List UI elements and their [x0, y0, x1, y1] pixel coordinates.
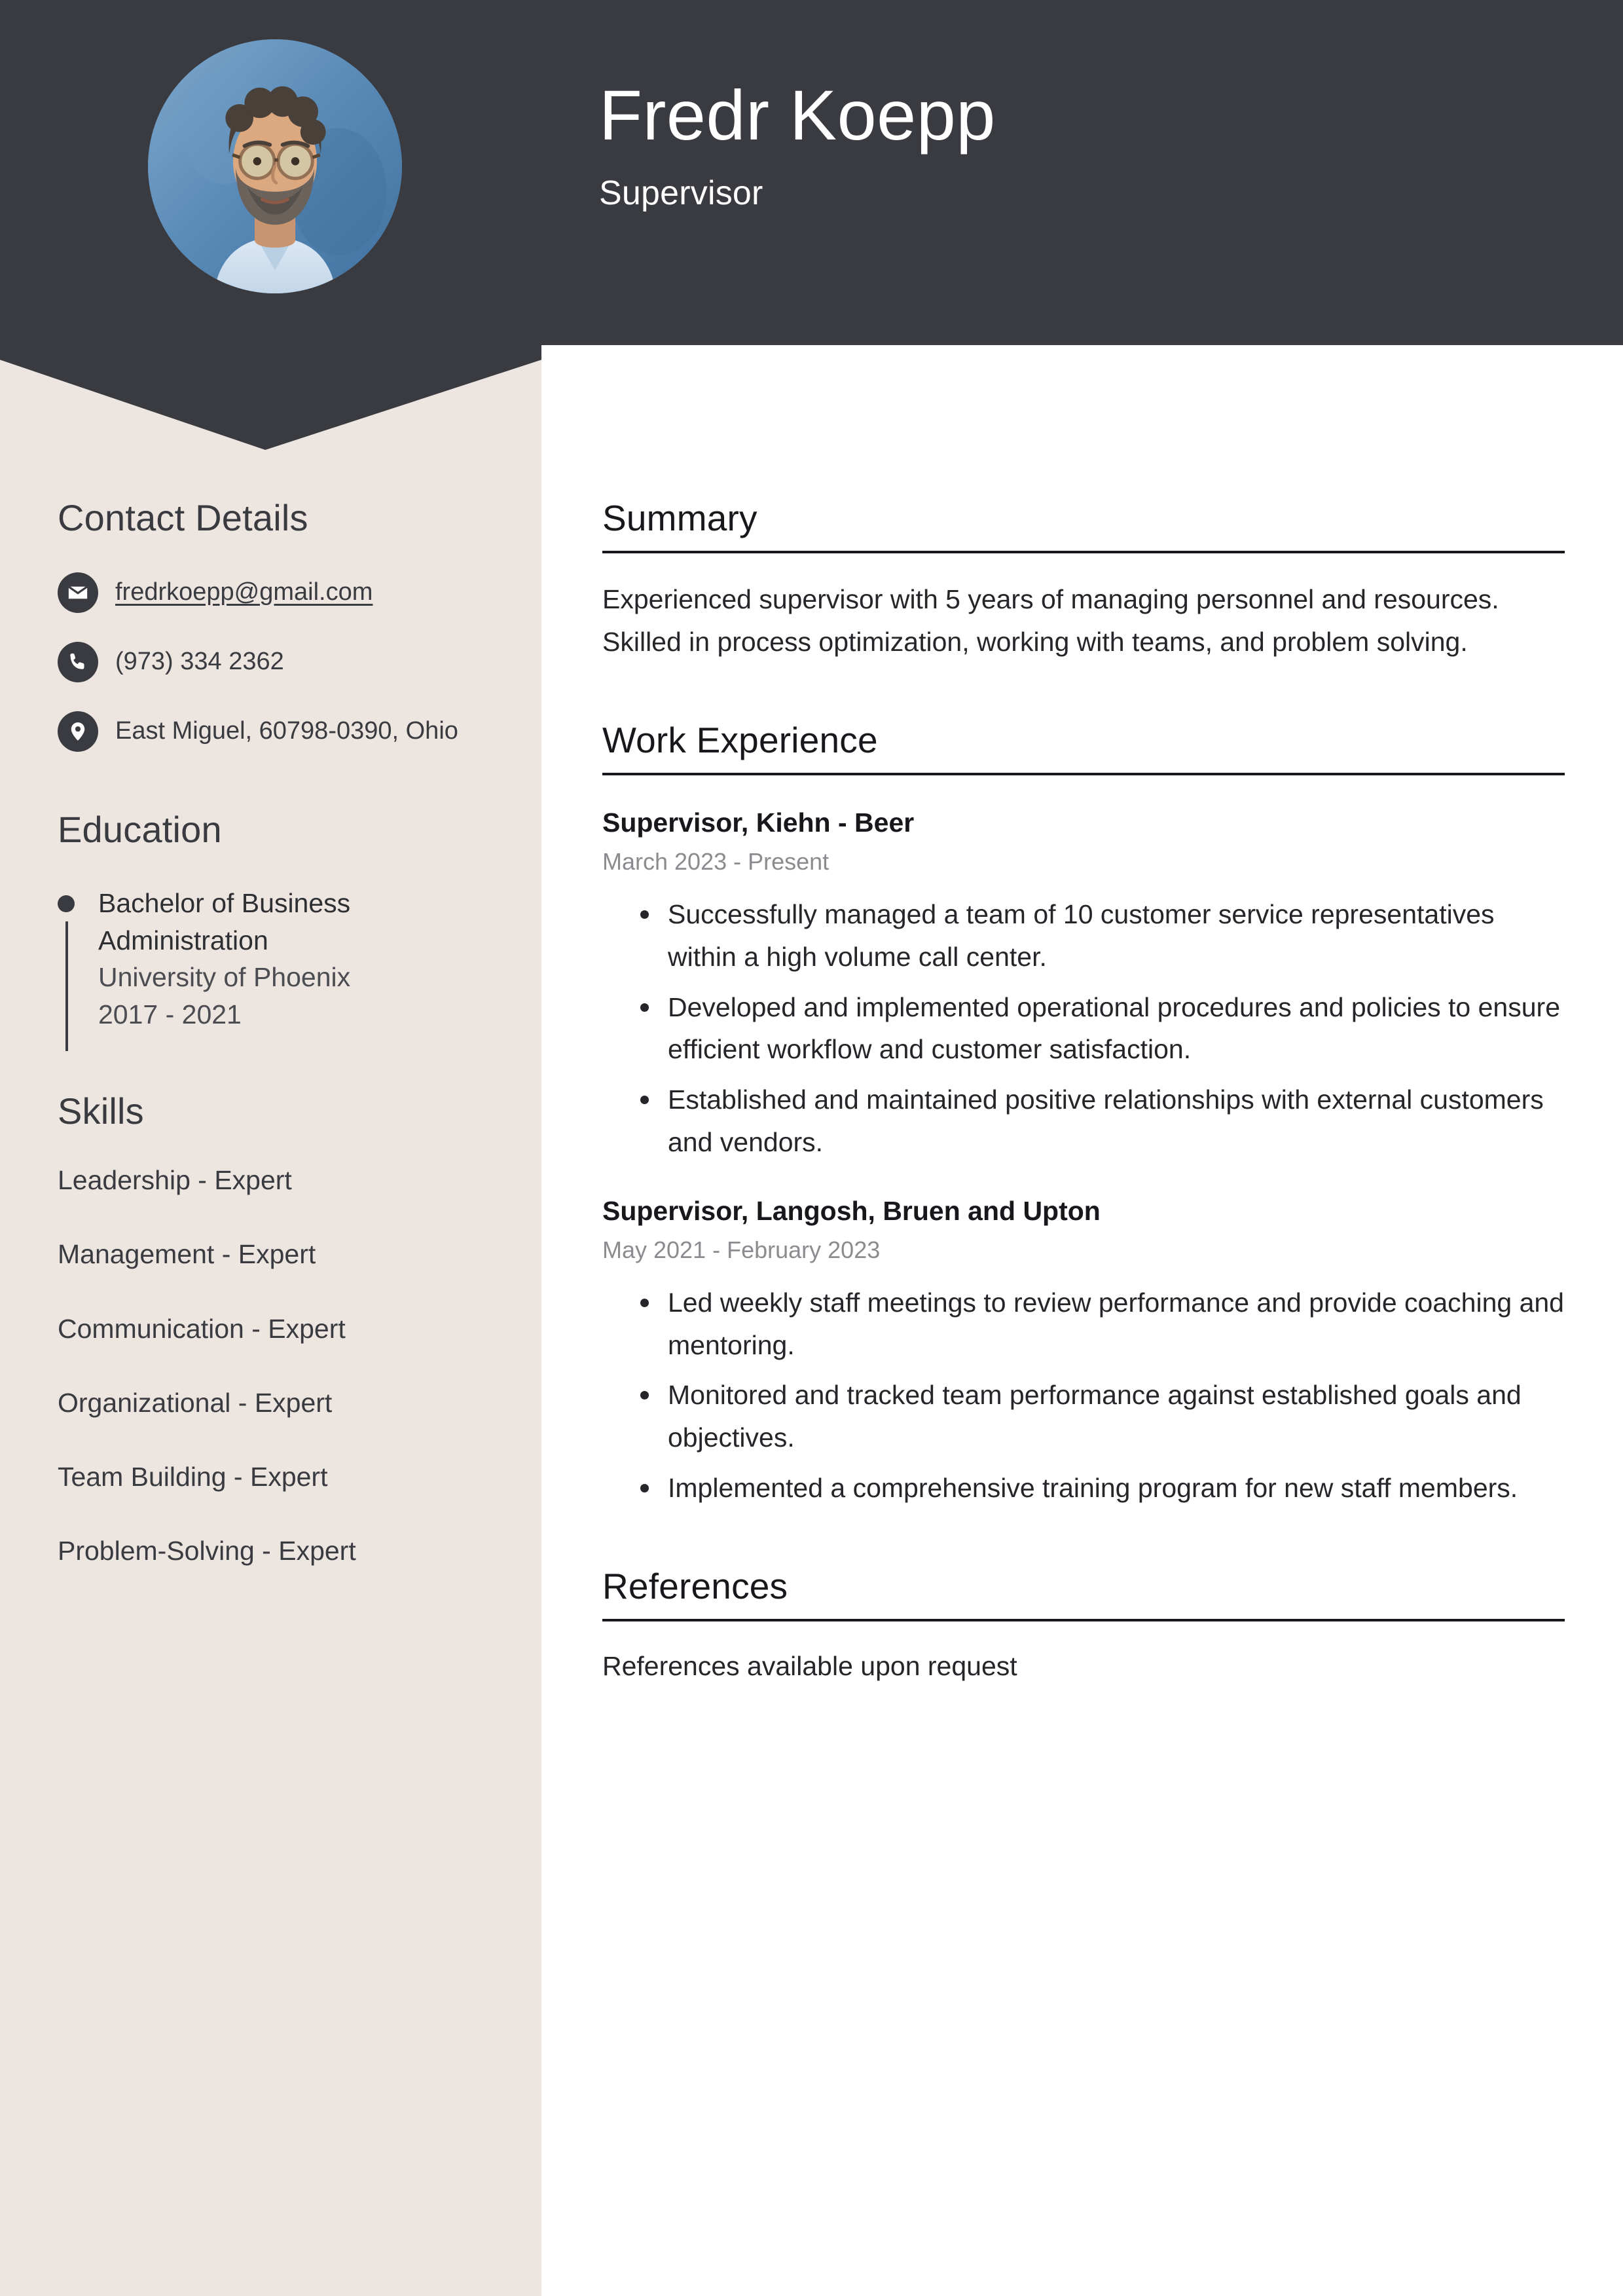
work-experience-section: Work Experience Supervisor, Kiehn - Beer…	[602, 720, 1565, 1509]
work-experience-heading: Work Experience	[602, 719, 878, 760]
references-heading: References	[602, 1565, 788, 1606]
job-bullet: Monitored and tracked team performance a…	[640, 1374, 1565, 1459]
job-entry: Supervisor, Langosh, Bruen and Upton May…	[602, 1194, 1565, 1509]
contact-item-phone[interactable]: (973) 334 2362	[58, 641, 496, 682]
job-bullet-list: Led weekly staff meetings to review perf…	[602, 1282, 1565, 1509]
page-title: Fredr Koepp	[599, 75, 996, 155]
location-pin-icon	[58, 711, 98, 752]
contact-list: fredrkoepp@gmail.com (973) 334 2362 East…	[58, 572, 496, 752]
contact-phone-text: (973) 334 2362	[115, 647, 284, 675]
references-body: References available upon request	[602, 1650, 1017, 1681]
education-heading: Education	[58, 808, 222, 850]
skill-item: Leadership - Expert	[58, 1165, 292, 1196]
main-content: Summary Experienced supervisor with 5 ye…	[602, 498, 1565, 1686]
summary-section: Summary Experienced supervisor with 5 ye…	[602, 498, 1565, 663]
skill-item: Communication - Expert	[58, 1313, 346, 1344]
skills-list: Leadership - Expert Management - Expert …	[58, 1164, 496, 1568]
job-bullet: Led weekly staff meetings to review perf…	[640, 1282, 1565, 1367]
skills-section: Skills Leadership - Expert Management - …	[58, 1090, 496, 1568]
skill-item: Organizational - Expert	[58, 1387, 333, 1418]
job-bullet-list: Successfully managed a team of 10 custom…	[602, 893, 1565, 1164]
summary-body: Experienced supervisor with 5 years of m…	[602, 584, 1499, 657]
sidebar: Contact Details fredrkoepp@gmail.com (97…	[0, 0, 541, 2296]
education-degree: Bachelor of Business Administration	[98, 888, 351, 955]
section-divider	[602, 551, 1565, 554]
contact-details-section: Contact Details fredrkoepp@gmail.com (97…	[58, 498, 496, 752]
section-divider	[602, 773, 1565, 776]
contact-item-address: East Miguel, 60798-0390, Ohio	[58, 711, 496, 752]
skills-heading: Skills	[58, 1090, 144, 1132]
job-bullet: Developed and implemented operational pr…	[640, 986, 1565, 1071]
contact-details-heading: Contact Details	[58, 497, 308, 538]
avatar	[148, 39, 402, 293]
education-school: University of Phoenix	[98, 962, 351, 993]
envelope-icon	[58, 572, 98, 613]
job-dates: March 2023 - Present	[602, 848, 830, 876]
education-item: Bachelor of Business Administration Univ…	[58, 885, 496, 1052]
timeline-line	[65, 921, 68, 1052]
references-section: References References available upon req…	[602, 1566, 1565, 1687]
education-years: 2017 - 2021	[98, 999, 242, 1029]
phone-icon	[58, 641, 98, 682]
summary-heading: Summary	[602, 498, 757, 538]
job-role-subtitle: Supervisor	[599, 174, 763, 212]
job-title: Supervisor, Kiehn - Beer	[602, 807, 915, 838]
job-entry: Supervisor, Kiehn - Beer March 2023 - Pr…	[602, 805, 1565, 1164]
job-bullet: Successfully managed a team of 10 custom…	[640, 893, 1565, 978]
skill-item: Problem-Solving - Expert	[58, 1536, 356, 1566]
job-bullet: Implemented a comprehensive training pro…	[640, 1467, 1565, 1509]
job-dates: May 2021 - February 2023	[602, 1236, 881, 1264]
timeline-dot-icon	[58, 895, 75, 913]
resume-page: Fredr Koepp Supervisor Contact Details f…	[0, 0, 1623, 2296]
job-title: Supervisor, Langosh, Bruen and Upton	[602, 1195, 1101, 1226]
job-bullet: Established and maintained positive rela…	[640, 1079, 1565, 1164]
contact-item-email[interactable]: fredrkoepp@gmail.com	[58, 572, 496, 613]
skill-item: Team Building - Expert	[58, 1462, 328, 1492]
header-text-block: Fredr Koepp Supervisor	[599, 77, 996, 213]
contact-address-text: East Miguel, 60798-0390, Ohio	[115, 716, 458, 745]
section-divider	[602, 1618, 1565, 1621]
skill-item: Management - Expert	[58, 1239, 316, 1270]
education-section: Education Bachelor of Business Administr…	[58, 808, 496, 1052]
contact-email-text[interactable]: fredrkoepp@gmail.com	[115, 577, 373, 608]
